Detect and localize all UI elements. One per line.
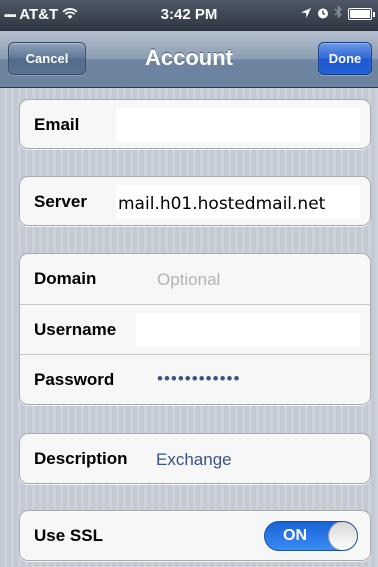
description-label: Description (34, 449, 128, 468)
server-label: Server (34, 192, 87, 211)
battery-icon (348, 8, 375, 20)
username-row[interactable]: Username (20, 304, 370, 354)
server-group: Server mail.h01.hostedmail.net (19, 176, 371, 226)
navigation-bar: Cancel Account Done (0, 31, 378, 88)
ssl-row: Use SSL ON (20, 511, 370, 560)
server-row[interactable]: Server mail.h01.hostedmail.net (20, 177, 370, 225)
location-arrow-icon (300, 6, 312, 23)
bluetooth-icon (334, 5, 343, 23)
description-group: Description Exchange (19, 433, 371, 484)
email-label: Email (34, 115, 80, 134)
domain-input[interactable]: Optional (157, 270, 220, 290)
use-ssl-toggle[interactable]: ON (264, 521, 358, 551)
description-field[interactable]: Exchange (156, 450, 232, 470)
password-label: Password (34, 370, 115, 389)
email-group: Email (19, 99, 371, 149)
toggle-knob[interactable] (328, 522, 357, 550)
alarm-icon (317, 6, 329, 23)
description-row[interactable]: Description Exchange (20, 434, 370, 483)
domain-row[interactable]: Domain Optional (20, 254, 370, 304)
password-row[interactable]: Password •••••••••••• (20, 354, 370, 404)
done-button[interactable]: Done (318, 42, 372, 75)
username-field[interactable] (136, 313, 360, 347)
status-right-icons (300, 5, 375, 23)
ssl-label: Use SSL (34, 526, 103, 545)
server-value: mail.h01.hostedmail.net (118, 194, 326, 214)
email-row[interactable]: Email (20, 100, 370, 148)
password-field[interactable]: •••••••••••• (157, 369, 240, 389)
domain-label: Domain (34, 269, 97, 288)
email-field[interactable] (116, 108, 360, 142)
ssl-group: Use SSL ON (19, 510, 371, 561)
username-label: Username (34, 320, 117, 339)
credentials-group: Domain Optional Username Password ••••••… (19, 253, 371, 405)
toggle-state-label: ON (283, 527, 307, 544)
status-bar: ▪▪▪▪ AT&T 3:42 PM (0, 0, 378, 31)
